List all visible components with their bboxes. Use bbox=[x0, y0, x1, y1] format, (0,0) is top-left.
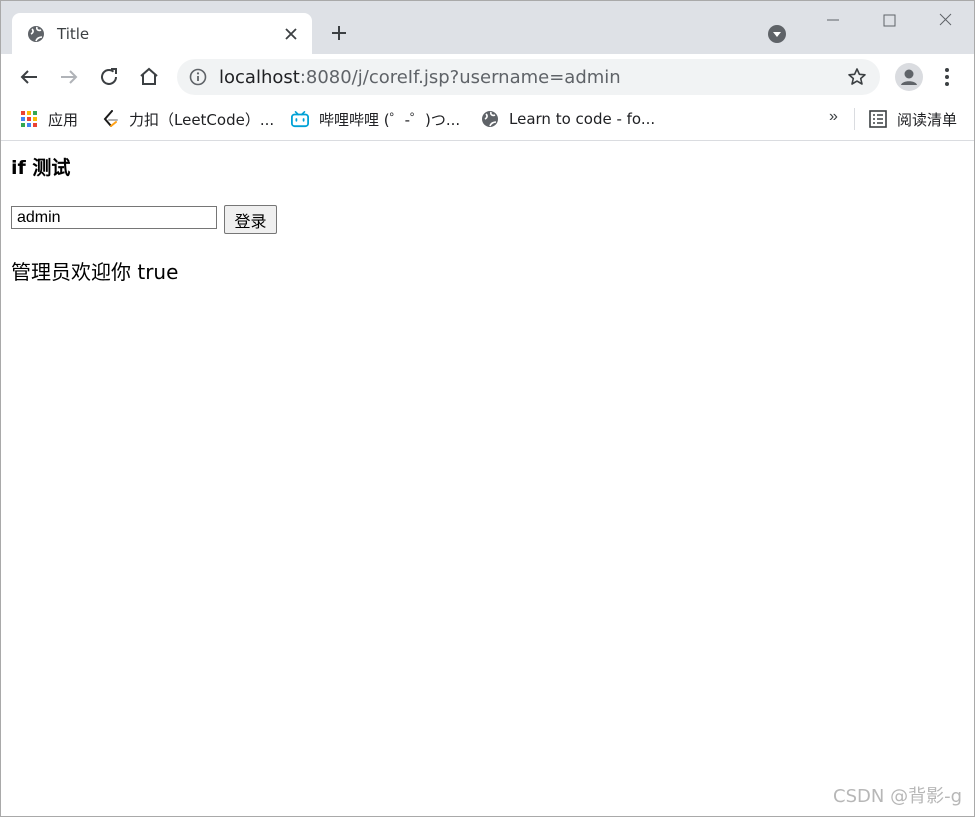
info-icon[interactable] bbox=[189, 68, 207, 86]
welcome-message: 管理员欢迎你 true bbox=[11, 260, 179, 284]
url-host: localhost bbox=[219, 67, 300, 88]
reload-icon[interactable] bbox=[97, 65, 121, 89]
kebab-menu-icon[interactable] bbox=[937, 65, 957, 89]
globe-icon bbox=[482, 111, 498, 127]
profile-avatar[interactable] bbox=[895, 63, 923, 91]
home-icon[interactable] bbox=[137, 65, 161, 89]
new-tab-icon[interactable] bbox=[329, 23, 349, 43]
bookmark-apps[interactable]: 应用 bbox=[20, 106, 78, 132]
browser-window: Title localhost:8080/j/coreIf.jsp?userna… bbox=[0, 0, 975, 817]
reading-list-label: 阅读清单 bbox=[897, 110, 958, 129]
bookmark-label: 应用 bbox=[48, 110, 79, 129]
bookmark-leetcode[interactable]: 力扣（LeetCode）... bbox=[101, 106, 274, 132]
page-content: if 测试 登录 管理员欢迎你 true CSDN @背影-g bbox=[1, 141, 974, 816]
bilibili-icon bbox=[291, 110, 309, 128]
forward-arrow-icon[interactable] bbox=[57, 65, 81, 89]
maximize-icon[interactable] bbox=[866, 7, 912, 35]
tab-title: Title bbox=[57, 25, 90, 43]
bookmarks-divider bbox=[854, 108, 855, 130]
tab-search-icon[interactable] bbox=[767, 24, 787, 44]
login-button[interactable]: 登录 bbox=[224, 205, 277, 234]
reading-list-icon bbox=[869, 110, 887, 128]
apps-grid-icon bbox=[21, 111, 37, 127]
bookmark-learn-to-code[interactable]: Learn to code - fo... bbox=[481, 106, 655, 132]
person-icon bbox=[901, 69, 917, 85]
bookmark-bilibili[interactable]: 哔哩哔哩 (゜-゜)つ... bbox=[291, 106, 460, 132]
url-text[interactable]: localhost:8080/j/coreIf.jsp?username=adm… bbox=[219, 67, 621, 88]
minimize-icon[interactable] bbox=[810, 7, 856, 35]
tab-strip: Title bbox=[1, 1, 974, 54]
bookmarks-overflow-chevron-icon[interactable]: » bbox=[829, 108, 838, 126]
watermark-text: CSDN @背影-g bbox=[833, 786, 962, 807]
close-tab-icon[interactable] bbox=[283, 26, 299, 42]
back-arrow-icon[interactable] bbox=[17, 65, 41, 89]
browser-tab[interactable]: Title bbox=[12, 13, 312, 54]
browser-toolbar: localhost:8080/j/coreIf.jsp?username=adm… bbox=[1, 54, 974, 100]
bookmark-label: 哔哩哔哩 (゜-゜)つ... bbox=[319, 110, 461, 129]
bookmark-star-icon[interactable] bbox=[847, 67, 867, 87]
address-bar[interactable]: localhost:8080/j/coreIf.jsp?username=adm… bbox=[177, 59, 880, 95]
window-close-icon[interactable] bbox=[922, 7, 968, 35]
bookmark-label: Learn to code - fo... bbox=[509, 110, 656, 128]
username-input[interactable] bbox=[11, 206, 217, 229]
globe-icon bbox=[28, 26, 44, 42]
reading-list-button[interactable]: 阅读清单 bbox=[869, 106, 957, 132]
bookmarks-bar: 应用 力扣（LeetCode）... 哔哩哔哩 (゜-゜)つ... Learn … bbox=[1, 100, 974, 141]
leetcode-icon bbox=[103, 110, 118, 127]
bookmark-label: 力扣（LeetCode）... bbox=[129, 110, 275, 129]
page-title: if 测试 bbox=[11, 157, 71, 179]
url-path: :8080/j/coreIf.jsp?username=admin bbox=[299, 67, 621, 88]
